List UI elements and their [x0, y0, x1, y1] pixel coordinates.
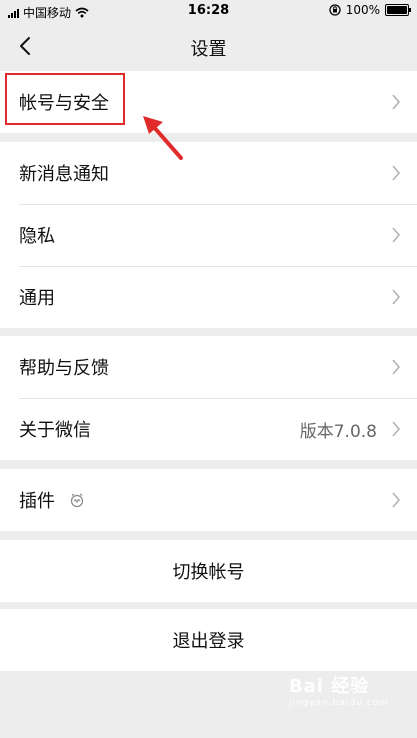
group-help-about: 帮助与反馈 关于微信 版本7.0.8	[0, 336, 417, 460]
group-logout: 退出登录	[0, 609, 417, 671]
settings-item-about-wechat[interactable]: 关于微信 版本7.0.8	[0, 398, 417, 460]
watermark: Bai 经验 jingyan.baidu.com	[289, 672, 389, 708]
settings-item-account-security[interactable]: 帐号与安全	[0, 71, 417, 133]
settings-item-label: 插件	[19, 491, 55, 512]
group-plugins: 插件	[0, 469, 417, 531]
chevron-right-icon	[392, 492, 401, 508]
status-right: 100%	[329, 3, 411, 17]
group-switch-account: 切换帐号	[0, 540, 417, 602]
chevron-right-icon	[392, 421, 401, 437]
watermark-text: Bai 经验	[288, 676, 370, 697]
settings-item-privacy[interactable]: 隐私	[0, 204, 417, 266]
chevron-right-icon	[392, 94, 401, 110]
watermark-subtext: jingyan.baidu.com	[288, 698, 389, 708]
orientation-lock-icon	[329, 4, 341, 16]
nav-bar: 设置	[0, 22, 417, 70]
settings-item-label: 关于微信	[19, 420, 91, 441]
settings-item-label: 通用	[19, 288, 55, 309]
group-notifications: 新消息通知 隐私 通用	[0, 142, 417, 328]
battery-icon	[385, 4, 411, 16]
switch-account-button[interactable]: 切换帐号	[0, 540, 417, 602]
settings-item-new-message-notification[interactable]: 新消息通知	[0, 142, 417, 204]
settings-item-help-feedback[interactable]: 帮助与反馈	[0, 336, 417, 398]
logout-button[interactable]: 退出登录	[0, 609, 417, 671]
settings-item-label: 帐号与安全	[19, 93, 109, 114]
chevron-right-icon	[392, 359, 401, 375]
plugin-status-icon	[70, 493, 84, 508]
settings-item-label: 新消息通知	[19, 164, 109, 185]
settings-item-plugins[interactable]: 插件	[0, 469, 417, 531]
group-account: 帐号与安全	[0, 71, 417, 133]
page-title: 设置	[190, 39, 227, 60]
chevron-right-icon	[392, 165, 401, 181]
battery-percent: 100%	[345, 3, 380, 17]
settings-item-label: 隐私	[19, 226, 55, 247]
back-icon[interactable]	[12, 32, 40, 60]
chevron-right-icon	[392, 289, 401, 305]
chevron-right-icon	[392, 227, 401, 243]
status-bar: 中国移动 16:28 100%	[0, 0, 417, 22]
settings-item-label: 帮助与反馈	[19, 358, 109, 379]
version-text: 版本7.0.8	[299, 421, 377, 442]
settings-item-general[interactable]: 通用	[0, 266, 417, 328]
